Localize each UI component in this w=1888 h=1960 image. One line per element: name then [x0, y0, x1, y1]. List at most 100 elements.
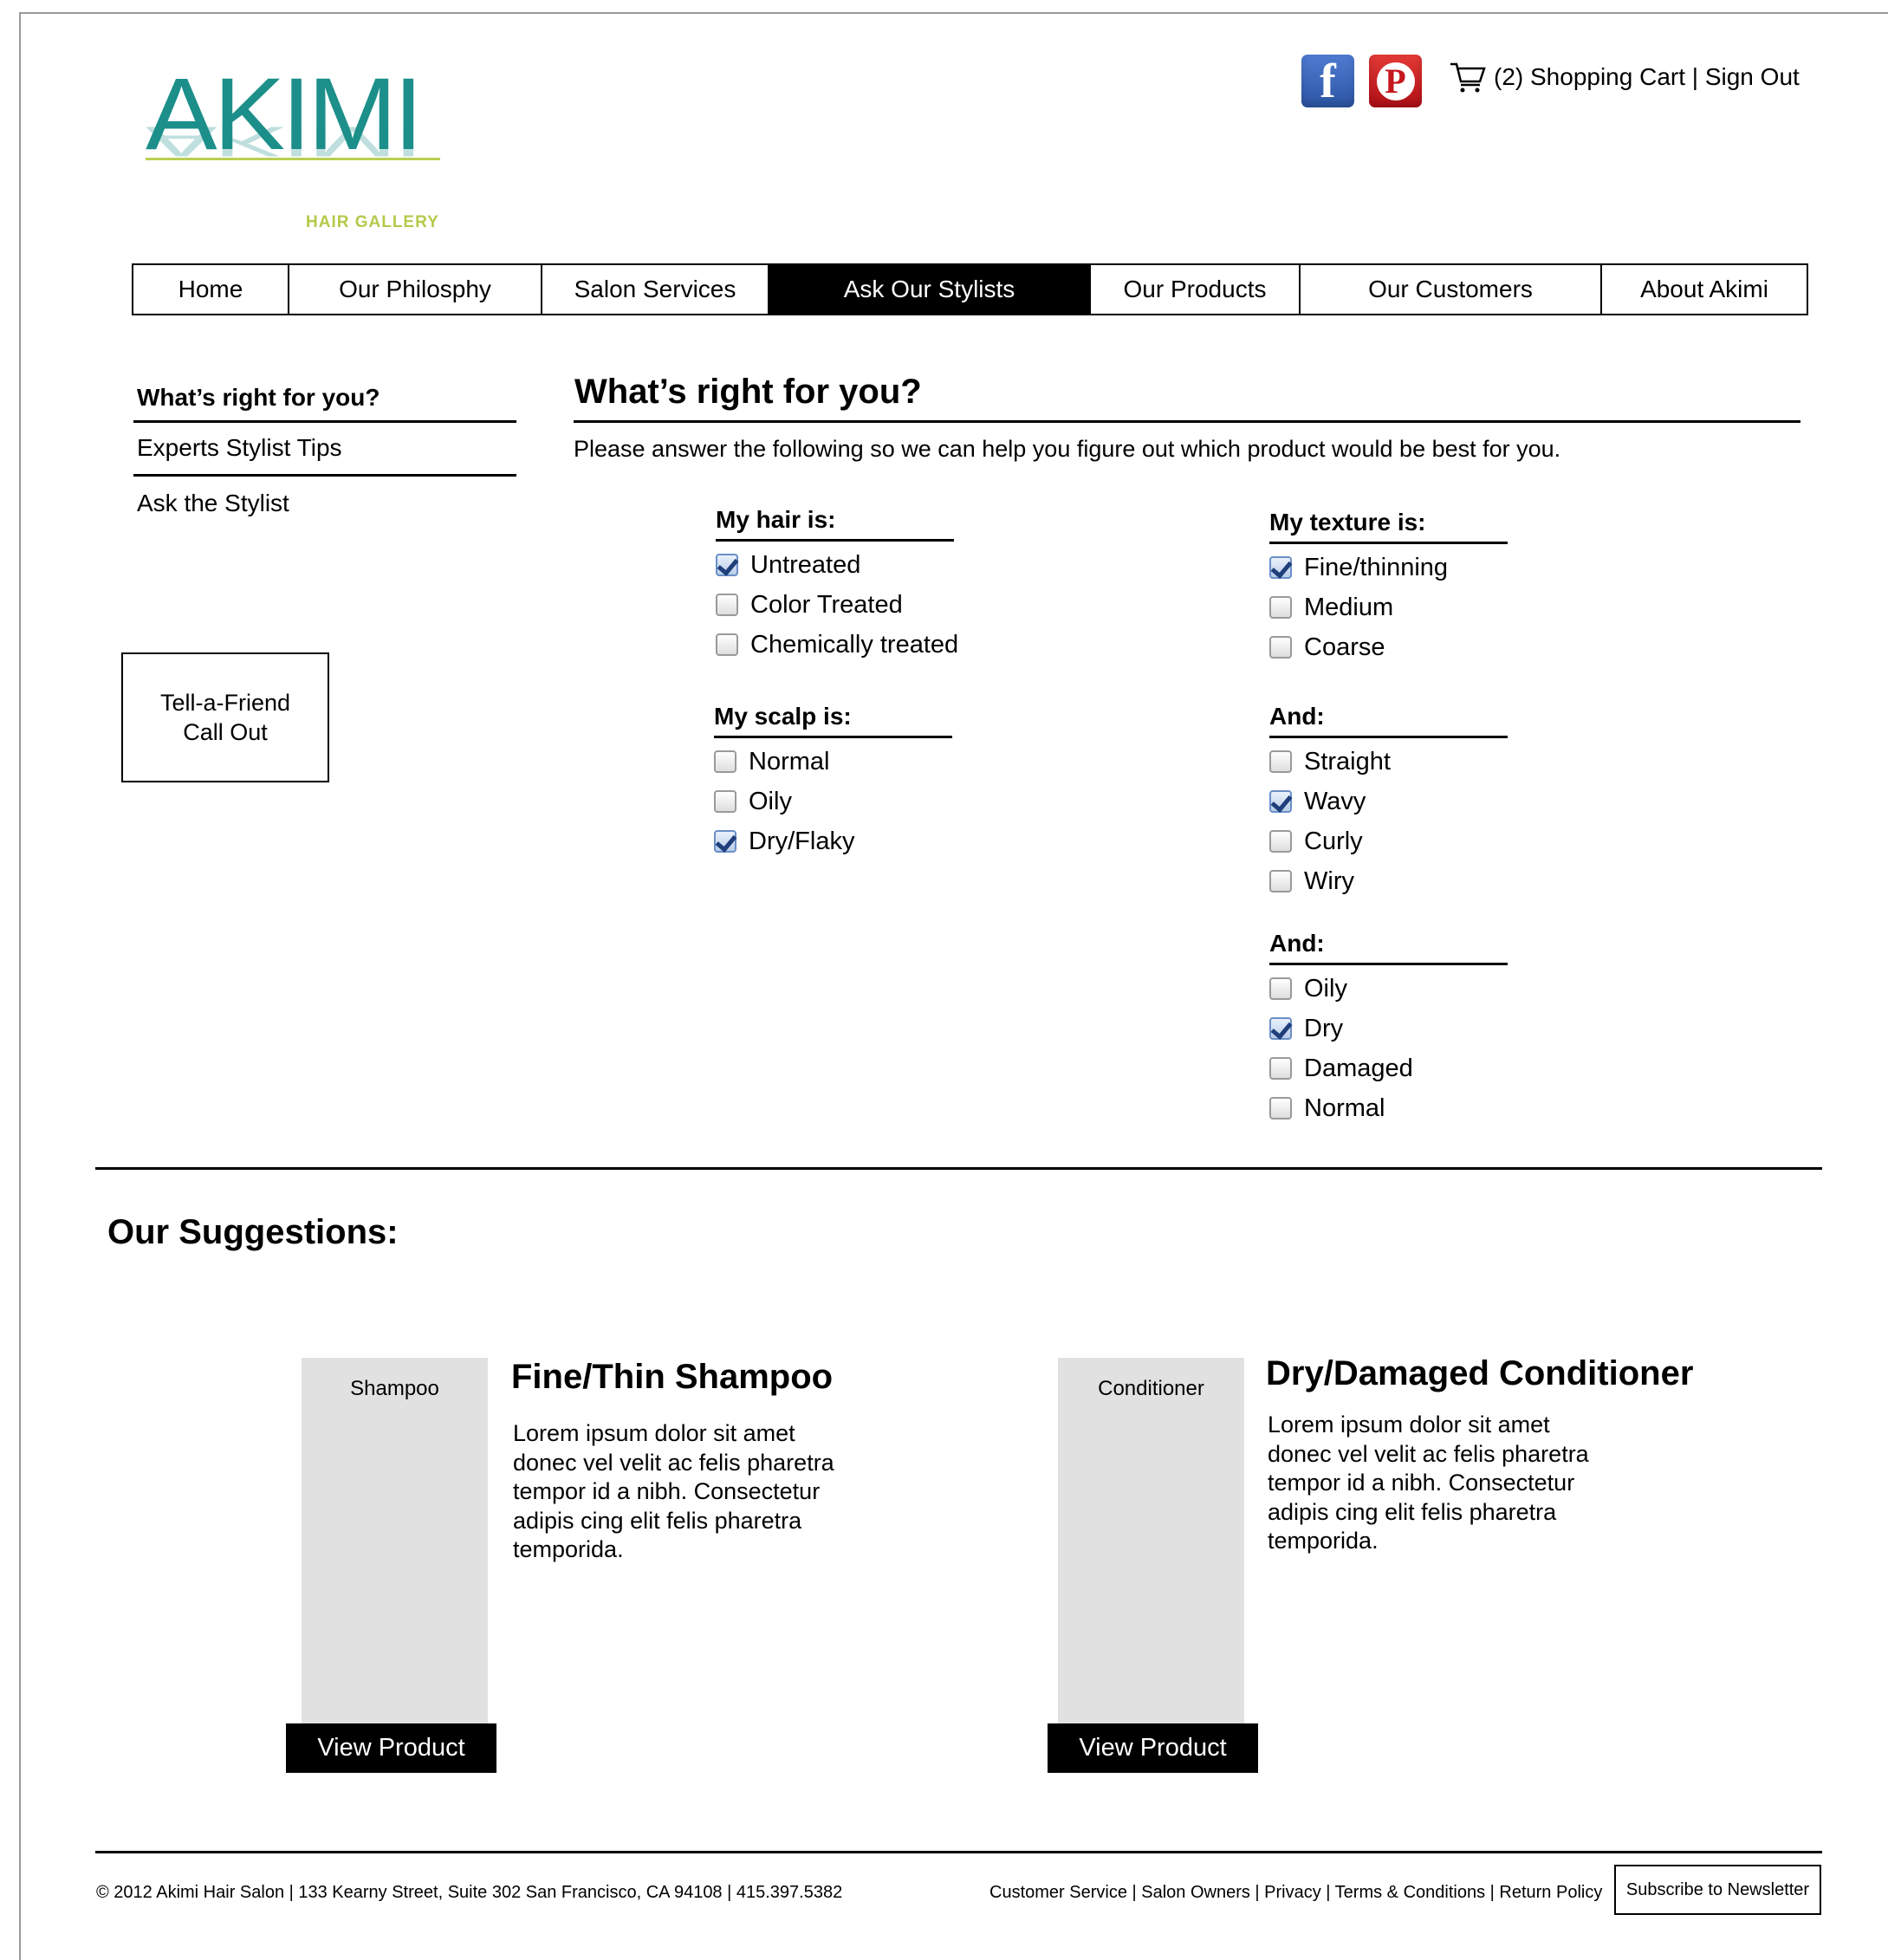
- desc-line: temporida.: [1268, 1528, 1379, 1554]
- product-image-conditioner[interactable]: Conditioner: [1058, 1358, 1244, 1725]
- option-label: Medium: [1304, 593, 1394, 621]
- product-description: Lorem ipsum dolor sit amet donec vel vel…: [513, 1419, 877, 1565]
- pinterest-glyph: P: [1376, 62, 1415, 101]
- sidebar-divider: [133, 474, 516, 477]
- checkbox[interactable]: [1269, 1017, 1292, 1040]
- option-wavy[interactable]: Wavy: [1269, 782, 1508, 821]
- view-product-button[interactable]: View Product: [1048, 1723, 1258, 1773]
- checkbox[interactable]: [1269, 830, 1292, 853]
- option-label: Fine/thinning: [1304, 553, 1449, 581]
- desc-line: temporida.: [513, 1536, 624, 1562]
- option-curly[interactable]: Curly: [1269, 821, 1508, 861]
- desc-line: donec vel velit ac felis pharetra: [1268, 1440, 1589, 1467]
- option-wiry[interactable]: Wiry: [1269, 861, 1508, 901]
- facebook-glyph: f: [1320, 54, 1336, 108]
- group-title: My texture is:: [1269, 509, 1426, 535]
- group-shape: And: Straight Wavy Curly Wiry: [1269, 703, 1508, 901]
- checkbox[interactable]: [714, 790, 736, 813]
- option-color-treated[interactable]: Color Treated: [716, 585, 958, 625]
- group-title: My hair is:: [716, 506, 836, 533]
- option-dry[interactable]: Dry: [1269, 1009, 1508, 1048]
- logo-underline: [146, 158, 440, 160]
- option-coarse[interactable]: Coarse: [1269, 627, 1508, 667]
- product-image-label: Conditioner: [1098, 1377, 1204, 1400]
- product-image-shampoo[interactable]: Shampoo: [302, 1358, 488, 1725]
- intro-text: Please answer the following so we can he…: [574, 436, 1561, 462]
- checkbox[interactable]: [1269, 790, 1292, 813]
- nav-about-akimi[interactable]: About Akimi: [1602, 265, 1807, 314]
- option-label: Untreated: [750, 550, 861, 579]
- footer-links[interactable]: Customer Service | Salon Owners | Privac…: [989, 1883, 1602, 1903]
- facebook-icon[interactable]: f: [1301, 54, 1354, 108]
- product-description: Lorem ipsum dolor sit amet donec vel vel…: [1268, 1411, 1632, 1556]
- option-label: Color Treated: [750, 590, 903, 619]
- product-title[interactable]: Dry/Damaged Conditioner: [1266, 1354, 1693, 1393]
- option-normal[interactable]: Normal: [1269, 1088, 1508, 1128]
- checkbox[interactable]: [1269, 750, 1292, 773]
- option-label: Normal: [1304, 1094, 1385, 1122]
- checkbox[interactable]: [714, 830, 736, 853]
- group-rule: [714, 736, 952, 738]
- group-rule: [716, 539, 954, 542]
- sidebar-item-expert-tips[interactable]: Experts Stylist Tips: [137, 434, 342, 462]
- option-label: Oily: [1304, 974, 1347, 1003]
- option-straight[interactable]: Straight: [1269, 742, 1508, 782]
- checkbox[interactable]: [714, 750, 736, 773]
- cart-signout[interactable]: (2) Shopping Cart | Sign Out: [1449, 61, 1800, 94]
- option-oily[interactable]: Oily: [1269, 969, 1508, 1009]
- akimi-logo[interactable]: AKIMI AKIMI HAIR GALLERY: [146, 63, 457, 241]
- cart-label[interactable]: (2) Shopping Cart | Sign Out: [1494, 63, 1800, 91]
- sidebar-item-ask-stylist[interactable]: Ask the Stylist: [137, 490, 289, 517]
- checkbox[interactable]: [1269, 870, 1292, 892]
- product-title[interactable]: Fine/Thin Shampoo: [511, 1358, 833, 1397]
- nav-ask-our-stylists[interactable]: Ask Our Stylists: [769, 265, 1091, 314]
- option-label: Oily: [749, 787, 792, 815]
- checkbox[interactable]: [1269, 596, 1292, 619]
- group-rule: [1269, 963, 1508, 965]
- option-label: Wiry: [1304, 866, 1354, 895]
- option-oily[interactable]: Oily: [714, 782, 952, 821]
- checkbox[interactable]: [1269, 1057, 1292, 1080]
- checkbox[interactable]: [1269, 1097, 1292, 1120]
- option-chemically-treated[interactable]: Chemically treated: [716, 625, 958, 665]
- checkbox[interactable]: [716, 633, 738, 656]
- group-rule: [1269, 542, 1508, 544]
- subscribe-newsletter-button[interactable]: Subscribe to Newsletter: [1614, 1865, 1821, 1915]
- option-medium[interactable]: Medium: [1269, 587, 1508, 627]
- pinterest-icon[interactable]: P: [1369, 55, 1422, 107]
- option-dry-flaky[interactable]: Dry/Flaky: [714, 821, 952, 861]
- checkbox[interactable]: [716, 594, 738, 616]
- checkbox[interactable]: [1269, 556, 1292, 579]
- logo-subtitle: HAIR GALLERY: [306, 213, 439, 231]
- nav-our-customers[interactable]: Our Customers: [1301, 265, 1602, 314]
- desc-line: Lorem ipsum dolor sit amet: [513, 1420, 795, 1446]
- desc-line: Lorem ipsum dolor sit amet: [1268, 1412, 1550, 1438]
- nav-our-products[interactable]: Our Products: [1091, 265, 1301, 314]
- group-title: And:: [1269, 930, 1325, 957]
- sidebar-item-whats-right[interactable]: What’s right for you?: [137, 384, 380, 412]
- option-untreated[interactable]: Untreated: [716, 545, 958, 585]
- sidebar-divider: [133, 420, 516, 423]
- nav-salon-services[interactable]: Salon Services: [542, 265, 769, 314]
- group-texture: My texture is: Fine/thinning Medium Coar…: [1269, 509, 1508, 667]
- option-label: Straight: [1304, 747, 1391, 776]
- view-product-button[interactable]: View Product: [286, 1723, 496, 1773]
- option-damaged[interactable]: Damaged: [1269, 1048, 1508, 1088]
- group-title: My scalp is:: [714, 703, 852, 730]
- option-label: Normal: [749, 747, 830, 776]
- checkbox[interactable]: [1269, 636, 1292, 659]
- main-nav: Home Our Philosphy Salon Services Ask Ou…: [132, 263, 1808, 315]
- tell-a-friend-callout[interactable]: Tell-a-Friend Call Out: [121, 652, 329, 782]
- callout-line-2: Call Out: [183, 719, 268, 745]
- desc-line: tempor id a nibh. Consectetur: [1268, 1470, 1575, 1496]
- desc-line: tempor id a nibh. Consectetur: [513, 1478, 821, 1504]
- option-normal[interactable]: Normal: [714, 742, 952, 782]
- option-label: Damaged: [1304, 1054, 1413, 1082]
- checkbox[interactable]: [1269, 977, 1292, 1000]
- section-divider: [95, 1167, 1822, 1170]
- desc-line: adipis cing elit felis pharetra: [513, 1507, 802, 1534]
- nav-philosophy[interactable]: Our Philosphy: [289, 265, 542, 314]
- checkbox[interactable]: [716, 554, 738, 576]
- nav-home[interactable]: Home: [133, 265, 289, 314]
- option-fine-thinning[interactable]: Fine/thinning: [1269, 548, 1508, 587]
